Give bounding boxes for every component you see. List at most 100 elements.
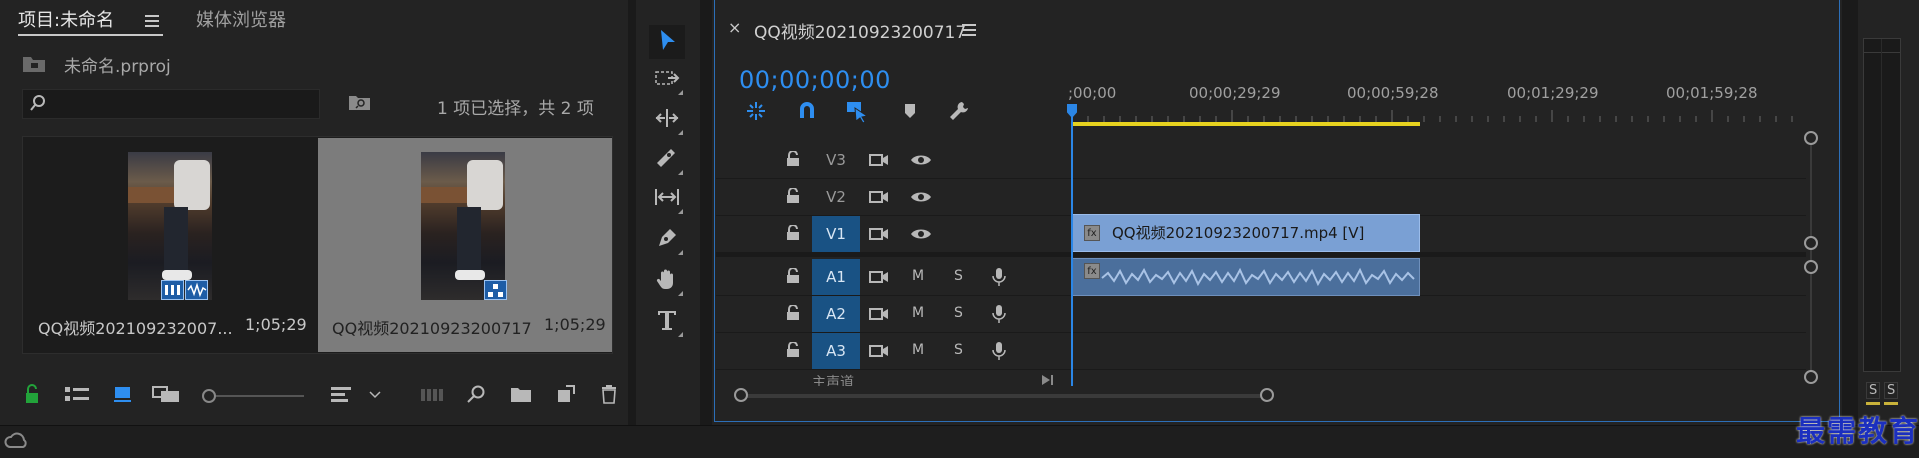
sync-lock-icon[interactable]	[869, 343, 889, 359]
add-marker-icon[interactable]	[903, 102, 917, 124]
voice-over-record-mic-icon[interactable]	[992, 304, 1006, 324]
panel-divider[interactable]	[1842, 0, 1858, 425]
ruler-label: 00;01;59;28	[1666, 84, 1758, 102]
tab-media-browser[interactable]: 媒体浏览器	[196, 6, 286, 32]
trash-icon[interactable]	[600, 384, 618, 404]
zoom-slider-handle[interactable]	[202, 389, 216, 403]
creative-cloud-icon[interactable]	[4, 431, 28, 455]
track-row-master: 主声道	[716, 370, 1806, 386]
selection-arrow-icon	[657, 28, 677, 56]
search-input[interactable]	[22, 89, 320, 119]
sync-lock-icon[interactable]	[869, 189, 889, 205]
sequence-menu-icon[interactable]	[962, 24, 976, 36]
panel-divider[interactable]	[628, 0, 636, 425]
scrollbar-right-handle[interactable]	[1260, 388, 1274, 402]
new-item-icon[interactable]	[556, 384, 576, 404]
sync-lock-icon[interactable]	[869, 306, 889, 322]
sync-lock-icon[interactable]	[869, 269, 889, 285]
toggle-output-eye-icon[interactable]	[910, 227, 932, 241]
track-lock-icon[interactable]	[786, 342, 800, 358]
track-lock-icon[interactable]	[786, 305, 800, 321]
list-view-icon[interactable]	[64, 384, 90, 404]
close-sequence-icon[interactable]: ×	[728, 18, 741, 37]
new-bin-icon[interactable]	[510, 384, 532, 404]
track-name-a1[interactable]: A1	[812, 259, 860, 295]
track-name-v1[interactable]: V1	[812, 216, 860, 252]
track-row-v3: V3	[716, 142, 1806, 179]
automate-to-sequence-icon[interactable]	[420, 384, 444, 404]
solo-track-button[interactable]: S	[954, 268, 963, 284]
type-tool-button[interactable]	[649, 305, 685, 339]
find-icon[interactable]	[466, 384, 486, 404]
hand-tool-button[interactable]	[649, 264, 685, 298]
video-scroll-bottom-handle[interactable]	[1804, 236, 1818, 250]
meter-level-left	[1866, 402, 1880, 405]
slip-tool-button[interactable]	[649, 182, 685, 216]
track-name-a2[interactable]: A2	[812, 296, 860, 332]
video-scroll-top-handle[interactable]	[1804, 131, 1818, 145]
go-to-out-point-icon[interactable]	[1040, 372, 1056, 386]
track-lock-icon[interactable]	[786, 268, 800, 284]
track-row-a3: A3 M S	[716, 333, 1806, 370]
meter-solo-right-button[interactable]: S	[1884, 382, 1899, 399]
chevron-down-icon[interactable]	[368, 384, 382, 404]
toggle-output-eye-icon[interactable]	[910, 190, 932, 204]
track-select-forward-tool-button[interactable]	[649, 63, 685, 97]
project-item[interactable]: QQ视频202109232007... 1;05;29	[24, 138, 318, 352]
ripple-edit-tool-button[interactable]	[649, 103, 685, 137]
freeform-view-icon[interactable]	[152, 384, 182, 404]
razor-icon	[655, 147, 679, 173]
lock-icon[interactable]	[24, 384, 40, 404]
audio-meter	[1863, 38, 1901, 405]
audio-clip[interactable]: fx	[1071, 258, 1420, 296]
timeline-vertical-scrollbar[interactable]	[1810, 136, 1812, 376]
sync-lock-icon[interactable]	[869, 152, 889, 168]
track-name-v2[interactable]: V2	[812, 179, 860, 215]
track-lock-icon[interactable]	[786, 151, 800, 167]
project-item-selected[interactable]: QQ视频20210923200717 1;05;29	[318, 138, 612, 352]
work-area-bar[interactable]	[1072, 122, 1420, 126]
track-lock-icon[interactable]	[786, 225, 800, 241]
timeline-settings-wrench-icon[interactable]	[948, 100, 970, 126]
playhead-line[interactable]	[1071, 104, 1073, 386]
project-panel-menu-icon[interactable]	[145, 15, 159, 29]
mute-track-button[interactable]: M	[912, 342, 924, 358]
solo-track-button[interactable]: S	[954, 342, 963, 358]
mute-track-button[interactable]: M	[912, 268, 924, 284]
timeline-horizontal-scrollbar[interactable]	[740, 394, 1268, 398]
video-audio-badge-icon	[484, 280, 507, 300]
track-lock-icon[interactable]	[786, 188, 800, 204]
voice-over-record-mic-icon[interactable]	[992, 267, 1006, 287]
track-name-v3[interactable]: V3	[812, 142, 860, 178]
video-audio-divider[interactable]	[716, 253, 1806, 257]
meter-level-right	[1884, 402, 1898, 405]
toggle-output-eye-icon[interactable]	[910, 153, 932, 167]
snap-magnet-icon[interactable]	[797, 100, 817, 124]
zoom-slider[interactable]	[208, 395, 304, 397]
mute-track-button[interactable]: M	[912, 305, 924, 321]
audio-scroll-top-handle[interactable]	[1804, 260, 1818, 274]
clip-duration: 1;05;29	[245, 315, 307, 334]
track-name-a3[interactable]: A3	[812, 333, 860, 369]
solo-track-button[interactable]: S	[954, 305, 963, 321]
selection-tool-button[interactable]	[649, 25, 685, 59]
sort-icons-icon[interactable]	[330, 384, 356, 404]
playhead-timecode[interactable]: 00;00;00;00	[739, 66, 891, 94]
audio-scroll-bottom-handle[interactable]	[1804, 370, 1818, 384]
video-clip[interactable]: fx QQ视频20210923200717.mp4 [V]	[1071, 214, 1420, 252]
meter-solo-left-button[interactable]: S	[1866, 382, 1881, 399]
insert-nest-toggle-icon[interactable]	[745, 100, 767, 126]
tab-project[interactable]: 项目:未命名	[18, 6, 114, 32]
sync-lock-icon[interactable]	[869, 226, 889, 242]
pen-tool-button[interactable]	[649, 223, 685, 257]
sequence-tab-title[interactable]: QQ视频20210923200717	[754, 18, 966, 43]
razor-tool-button[interactable]	[649, 143, 685, 177]
audio-waveform	[1101, 267, 1415, 287]
voice-over-record-mic-icon[interactable]	[992, 341, 1006, 361]
time-ruler[interactable]	[1068, 108, 1808, 122]
linked-selection-icon[interactable]	[845, 99, 869, 127]
panel-divider[interactable]	[700, 0, 712, 425]
new-search-bin-icon[interactable]	[348, 93, 372, 115]
icon-view-icon[interactable]	[113, 384, 133, 404]
scrollbar-left-handle[interactable]	[734, 388, 748, 402]
